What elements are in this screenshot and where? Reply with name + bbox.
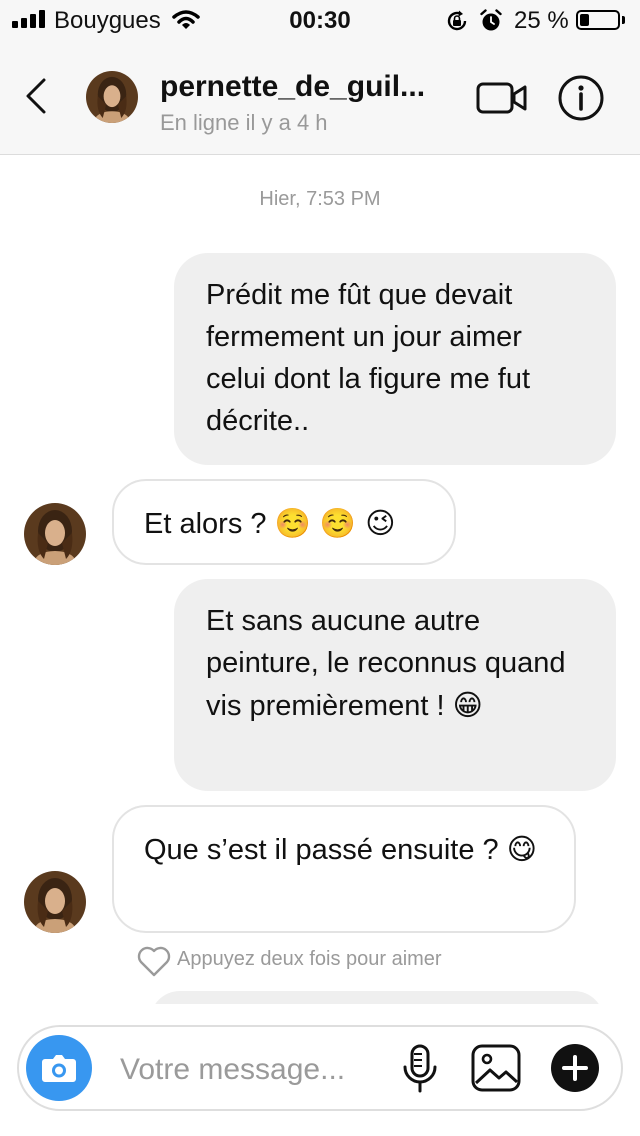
message-text: Que s’est il passé ensuite ? [144,834,507,866]
incoming-message[interactable]: Que s’est il passé ensuite ? 😋 [112,805,576,933]
message-text: Et sans aucune autre peinture, le reconn… [206,605,566,722]
status-bar: Bouygues 00:30 25 % [0,0,640,44]
message-input[interactable] [118,1046,392,1094]
rotation-lock-icon [447,10,467,31]
chevron-left-icon[interactable] [20,76,50,116]
alarm-icon [480,9,502,31]
camera-icon [42,1055,76,1082]
outgoing-message[interactable]: Prédit me fût que devait fermement un jo… [174,253,616,465]
message-timestamp: Hier, 7:53 PM [259,188,381,210]
emoji: 😁 [452,688,483,722]
camera-button[interactable] [26,1035,92,1101]
battery-icon [576,10,620,30]
avatar[interactable] [86,71,138,123]
battery-level [580,14,589,26]
like-hint-text: Appuyez deux fois pour aimer [177,948,442,970]
outgoing-message[interactable]: Et sans aucune autre peinture, le reconn… [174,579,616,791]
info-icon[interactable] [557,74,605,122]
chat-username[interactable]: pernette_de_guil... [160,70,425,104]
chat-header: pernette_de_guil... En ligne il y a 4 h [0,44,640,155]
battery-percentage: 25 % [514,7,569,34]
avatar[interactable] [24,871,86,933]
heart-icon[interactable] [136,944,172,978]
emoji: 😋 [506,832,537,866]
gallery-icon[interactable] [470,1043,522,1093]
avatar[interactable] [24,503,86,565]
microphone-icon[interactable] [400,1043,440,1095]
online-status: En ligne il y a 4 h [160,110,328,135]
plus-icon [562,1055,588,1081]
incoming-message[interactable]: Et alors ? ☺️ ☺️ 😉 [112,479,456,565]
emoji: ☺️ ☺️ 😉 [274,506,396,540]
message-text: Prédit me fût que devait fermement un jo… [206,279,531,437]
plus-button[interactable] [551,1044,599,1092]
battery-tip [622,16,625,24]
message-text: Et alors ? [144,508,275,540]
video-camera-icon[interactable] [476,78,528,118]
